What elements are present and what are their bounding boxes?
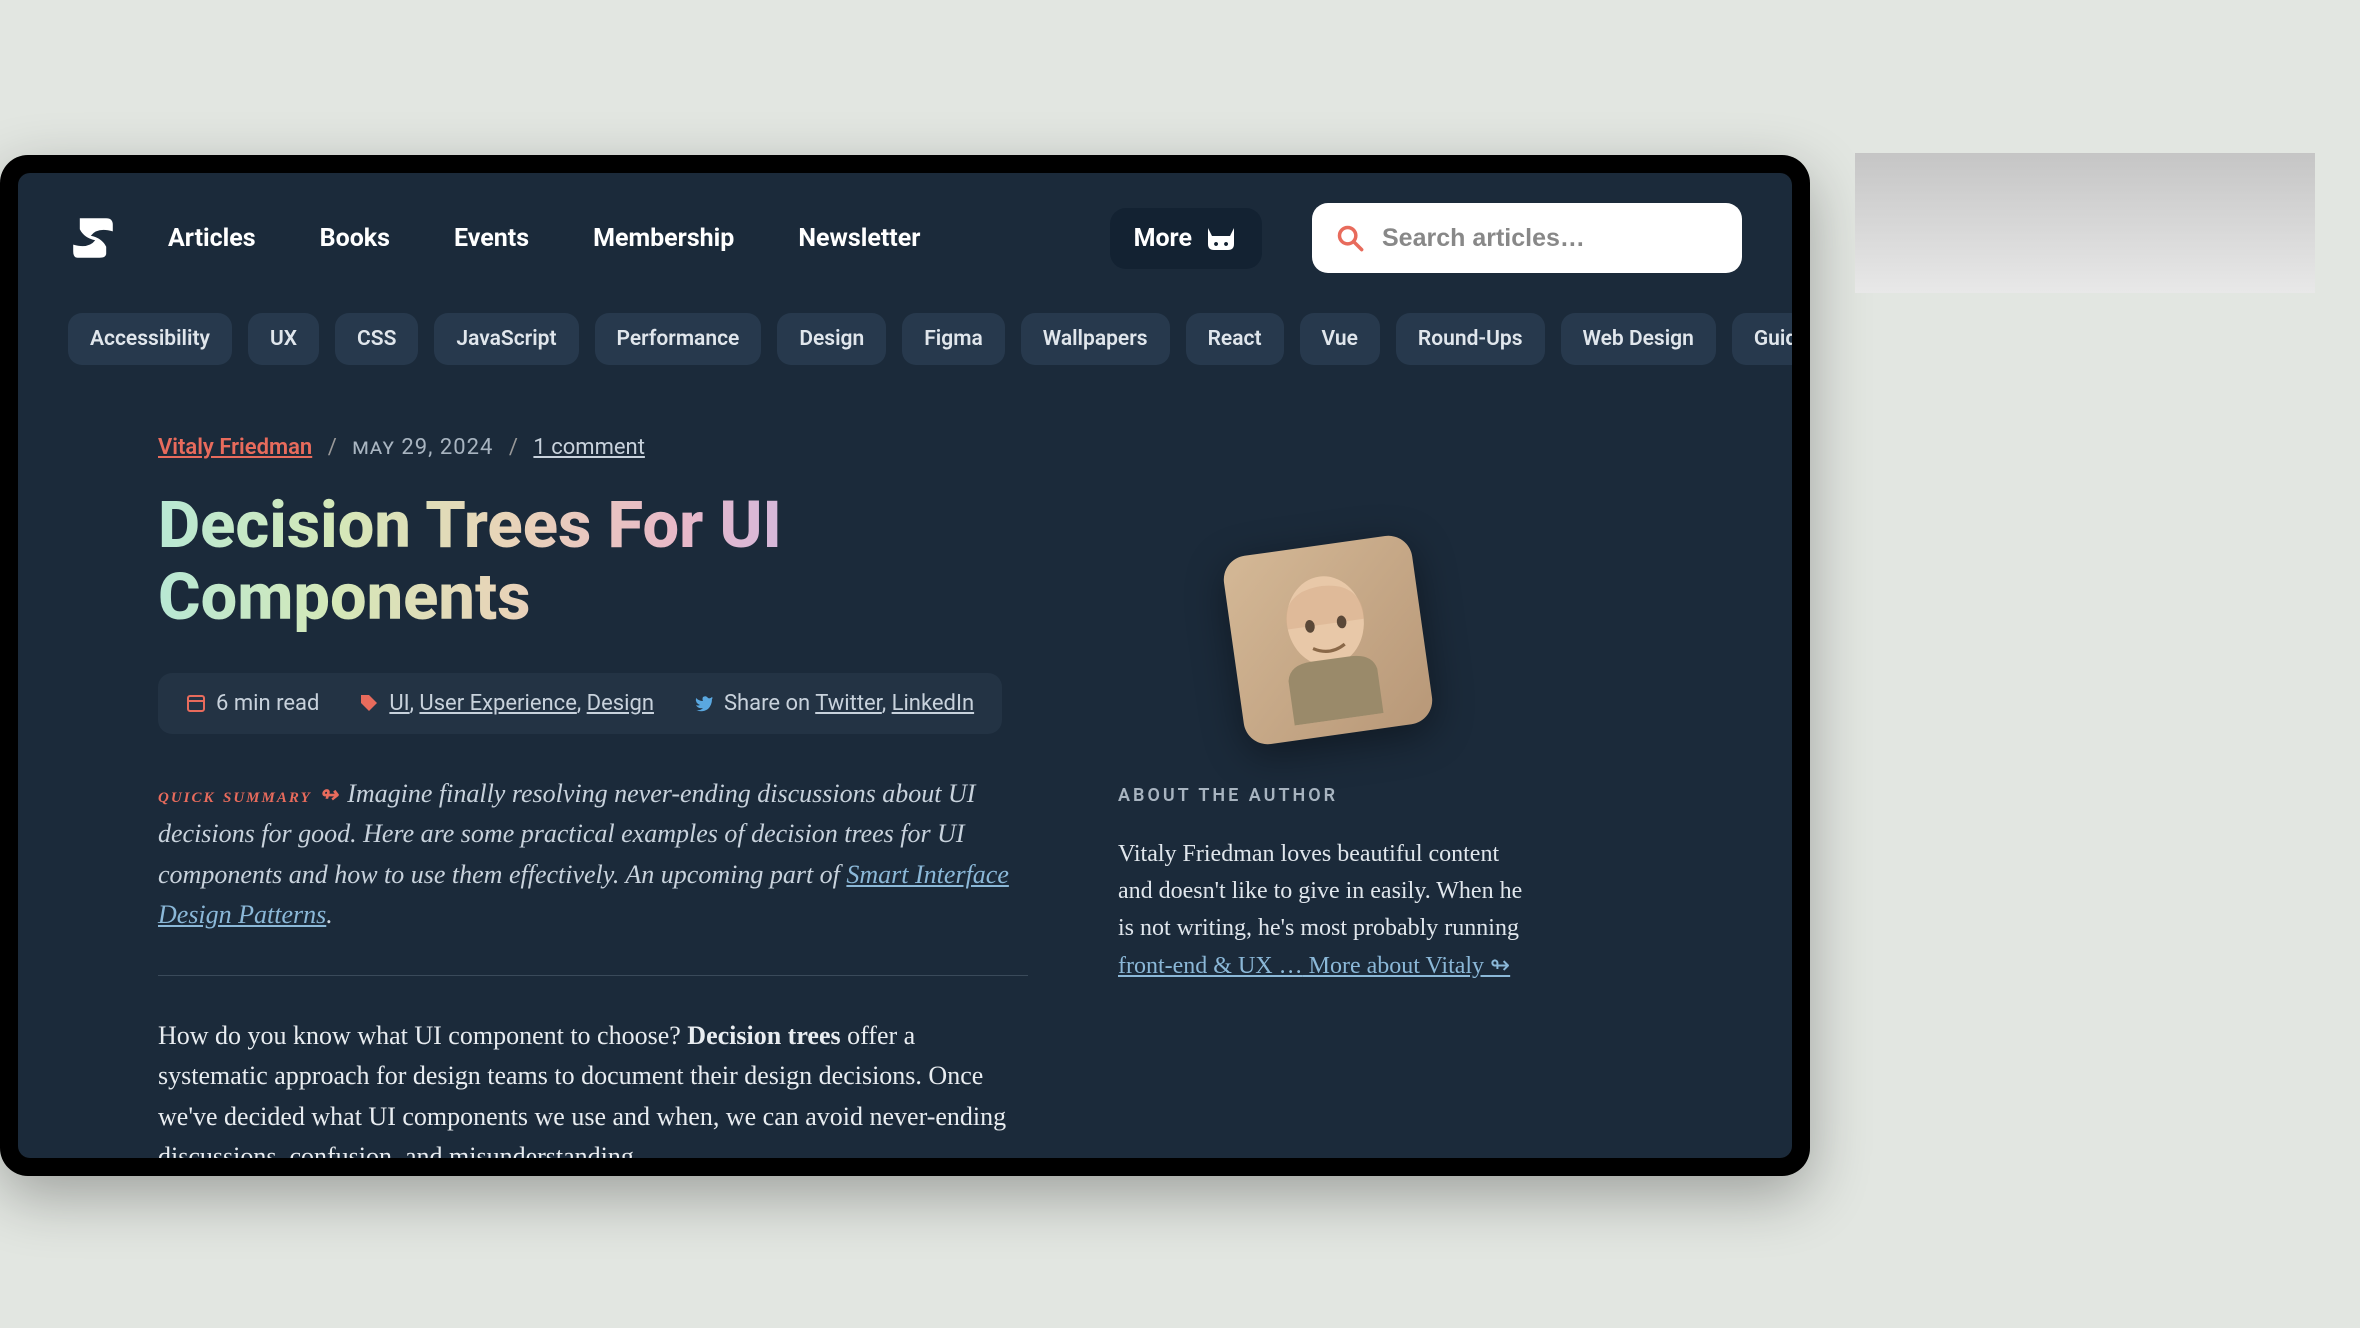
site-logo[interactable] <box>68 208 118 268</box>
read-time: 6 min read <box>186 691 319 716</box>
cat-ux[interactable]: User Experience <box>419 691 576 716</box>
cat-design[interactable]: Design <box>587 691 654 716</box>
article-title: Decision Trees For UI Components <box>158 490 1028 633</box>
tag-wallpapers[interactable]: Wallpapers <box>1021 313 1170 365</box>
share-block: Share on Twitter, LinkedIn <box>694 691 974 716</box>
header: Articles Books Events Membership Newslet… <box>18 173 1792 293</box>
avatar-illustration <box>1238 550 1419 731</box>
tag-react[interactable]: React <box>1186 313 1284 365</box>
author-avatar[interactable] <box>1221 533 1436 748</box>
tag-row: Accessibility UX CSS JavaScript Performa… <box>18 293 1792 385</box>
more-button[interactable]: More <box>1110 208 1262 269</box>
monitor-frame: Articles Books Events Membership Newslet… <box>0 155 1810 1176</box>
bio-link-1[interactable]: front-end & UX … <box>1118 953 1303 979</box>
twitter-icon <box>694 693 714 713</box>
about-author-title: ABOUT THE AUTHOR <box>1118 785 1538 806</box>
tag-design[interactable]: Design <box>777 313 886 365</box>
author-link[interactable]: Vitaly Friedman <box>158 435 312 460</box>
comment-link[interactable]: 1 comment <box>533 435 644 460</box>
calendar-icon <box>186 693 206 713</box>
tag-roundups[interactable]: Round-Ups <box>1396 313 1545 365</box>
category-links: UI, User Experience, Design <box>359 691 654 716</box>
meta-bar: 6 min read UI, User Experience, Design S… <box>158 673 1002 734</box>
screen: Articles Books Events Membership Newslet… <box>18 173 1792 1158</box>
tag-guides[interactable]: Guides <box>1732 313 1792 365</box>
tag-performance[interactable]: Performance <box>595 313 762 365</box>
nav-newsletter[interactable]: Newsletter <box>798 224 920 253</box>
search-box[interactable] <box>1312 203 1742 273</box>
publish-date: may 29, 2024 <box>352 435 493 460</box>
share-linkedin[interactable]: LinkedIn <box>892 691 975 716</box>
tag-webdesign[interactable]: Web Design <box>1561 313 1716 365</box>
more-label: More <box>1134 224 1192 253</box>
summary-label: quick summary ↬ <box>158 782 347 807</box>
article-body: How do you know what UI component to cho… <box>158 1016 1028 1158</box>
nav-articles[interactable]: Articles <box>168 224 256 253</box>
quick-summary: quick summary ↬ Imagine finally resolvin… <box>158 774 1028 935</box>
tag-javascript[interactable]: JavaScript <box>434 313 578 365</box>
cat-ui[interactable]: UI <box>389 691 409 716</box>
author-bio: Vitaly Friedman loves beautiful content … <box>1118 836 1538 985</box>
sidebar: ABOUT THE AUTHOR Vitaly Friedman loves b… <box>1118 435 1538 1158</box>
main-nav: Articles Books Events Membership Newslet… <box>168 224 1100 253</box>
tag-ux[interactable]: UX <box>248 313 319 365</box>
tag-icon <box>359 693 379 713</box>
nav-events[interactable]: Events <box>454 224 529 253</box>
search-icon <box>1336 224 1364 252</box>
search-input[interactable] <box>1382 224 1718 253</box>
logo-icon <box>71 216 115 260</box>
nav-membership[interactable]: Membership <box>593 224 734 253</box>
tag-figma[interactable]: Figma <box>902 313 1004 365</box>
tag-css[interactable]: CSS <box>335 313 418 365</box>
nav-books[interactable]: Books <box>320 224 390 253</box>
article-meta: Vitaly Friedman / may 29, 2024 / 1 comme… <box>158 435 1028 460</box>
share-twitter[interactable]: Twitter <box>815 691 882 716</box>
monitor-stand <box>1855 153 2315 293</box>
divider <box>158 975 1028 976</box>
content: Vitaly Friedman / may 29, 2024 / 1 comme… <box>18 385 1792 1158</box>
cat-icon <box>1204 224 1238 252</box>
tag-vue[interactable]: Vue <box>1300 313 1380 365</box>
tag-accessibility[interactable]: Accessibility <box>68 313 232 365</box>
article-main: Vitaly Friedman / may 29, 2024 / 1 comme… <box>158 435 1028 1158</box>
bio-more-link[interactable]: More about Vitaly ↬ <box>1303 953 1511 979</box>
